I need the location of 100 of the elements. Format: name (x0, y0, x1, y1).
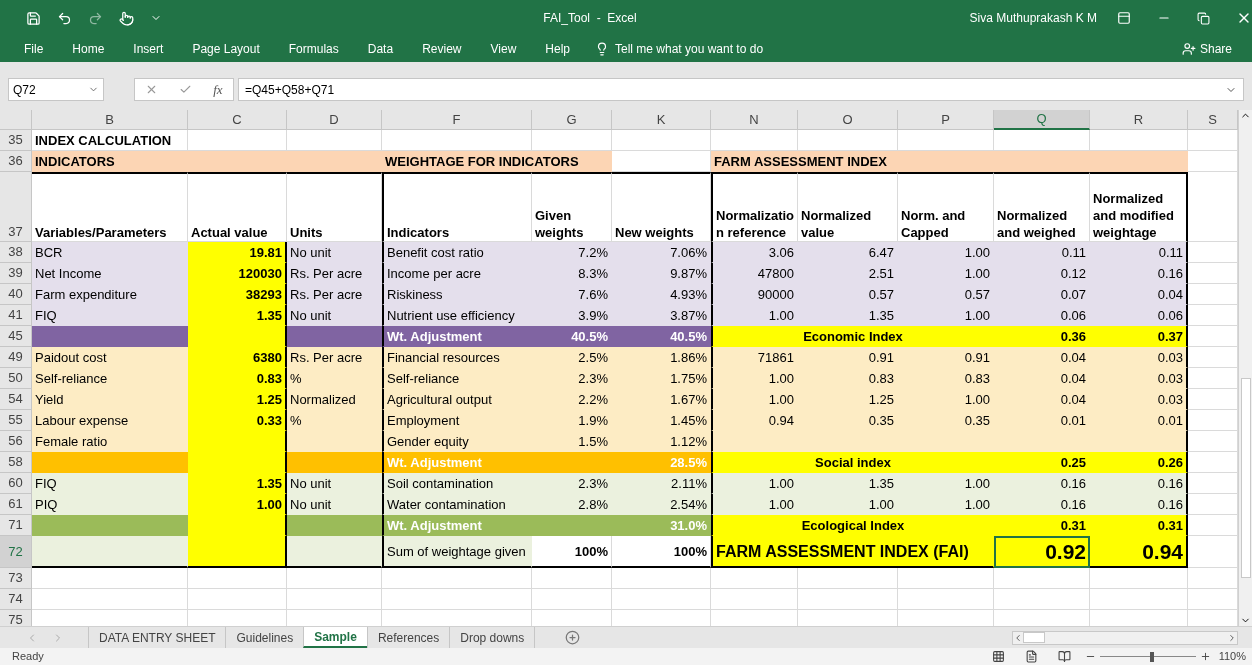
page-layout-icon[interactable] (1024, 650, 1038, 663)
table-cell (1188, 410, 1238, 431)
ribbon-tab[interactable]: View (490, 40, 517, 58)
row-number[interactable]: 61 (0, 494, 32, 515)
column-header[interactable]: D (287, 110, 382, 130)
enter-icon[interactable] (179, 83, 193, 96)
name-box[interactable]: Q72 (8, 78, 104, 101)
column-header[interactable]: G (532, 110, 612, 130)
table-cell (1188, 172, 1238, 242)
table-cell: No unit (287, 242, 382, 263)
table-cell (1188, 305, 1238, 326)
ribbon-tab[interactable]: Formulas (288, 40, 339, 58)
row-number[interactable]: 55 (0, 410, 32, 431)
table-cell: FARM ASSESSMENT INDEX (711, 151, 1188, 172)
sheet-tab[interactable]: Sample (303, 627, 367, 648)
restore-icon[interactable] (1197, 11, 1210, 25)
scroll-left-icon[interactable] (1013, 632, 1023, 643)
ribbon-tab[interactable]: Home (72, 40, 105, 58)
zoom-slider-thumb[interactable] (1150, 651, 1155, 662)
zoom-level[interactable]: 110% (1218, 648, 1246, 665)
row-number[interactable]: 35 (0, 130, 32, 151)
table-cell: 40.5% (532, 326, 612, 347)
table-cell: 1.00 (798, 494, 898, 515)
share-button[interactable]: Share (1199, 40, 1232, 58)
column-header[interactable]: S (1188, 110, 1238, 130)
zoom-in-icon[interactable] (1199, 651, 1211, 662)
table-cell: Normalized and modified weightage (1090, 172, 1188, 242)
tell-me-search[interactable]: Tell me what you want to do (615, 40, 764, 58)
row-number[interactable]: 38 (0, 242, 32, 263)
table-cell: 1.00 (711, 305, 798, 326)
row-number[interactable]: 41 (0, 305, 32, 326)
row-number[interactable]: 54 (0, 389, 32, 410)
row-number[interactable]: 50 (0, 368, 32, 389)
table-cell: 0.91 (798, 347, 898, 368)
column-header[interactable]: P (898, 110, 994, 130)
column-header[interactable]: R (1090, 110, 1188, 130)
column-header[interactable]: F (382, 110, 532, 130)
row-number[interactable]: 60 (0, 473, 32, 494)
table-cell: 0.03 (1090, 347, 1188, 368)
save-icon[interactable] (26, 10, 41, 26)
row-number[interactable]: 56 (0, 431, 32, 452)
column-header[interactable]: Q (994, 110, 1090, 130)
horizontal-scrollbar[interactable] (1012, 630, 1238, 645)
column-header[interactable]: B (32, 110, 188, 130)
undo-icon[interactable] (57, 10, 72, 26)
row-number[interactable]: 39 (0, 263, 32, 284)
lightbulb-icon[interactable] (595, 42, 609, 56)
column-header[interactable]: C (188, 110, 287, 130)
insert-function-button[interactable]: fx (213, 79, 223, 100)
table-cell: FIQ (32, 473, 188, 494)
row-number[interactable]: 45 (0, 326, 32, 347)
table-cell (1188, 452, 1238, 473)
table-cell: 71861 (711, 347, 798, 368)
share-icon[interactable] (1181, 42, 1196, 56)
new-sheet-icon[interactable] (565, 630, 581, 645)
table-cell: Ecological Index (711, 515, 994, 536)
row-number[interactable]: 72 (0, 536, 32, 568)
scrollbar-thumb[interactable] (1023, 632, 1045, 643)
zoom-slider[interactable] (1099, 651, 1196, 662)
table-cell: WEIGHTAGE FOR INDICATORS (382, 151, 612, 172)
row-number[interactable]: 36 (0, 151, 32, 172)
row-number[interactable]: 58 (0, 452, 32, 473)
table-cell: 1.35 (188, 473, 287, 494)
vertical-scrollbar[interactable] (1238, 110, 1252, 626)
row-number[interactable]: 37 (0, 172, 32, 242)
row-number[interactable]: 49 (0, 347, 32, 368)
scrollbar-thumb[interactable] (1240, 378, 1251, 578)
table-cell: 1.9% (532, 410, 612, 431)
table-cell: 1.35 (798, 305, 898, 326)
table-cell: 2.2% (532, 389, 612, 410)
normal-view-icon[interactable] (991, 650, 1005, 663)
ribbon-tab[interactable]: Insert (133, 40, 164, 58)
row-number[interactable]: 74 (0, 589, 32, 610)
row-number[interactable]: 40 (0, 284, 32, 305)
table-cell: Nutrient use efficiency (382, 305, 532, 326)
table-cell: Agricultural output (382, 389, 532, 410)
table-cell: 0.83 (898, 368, 994, 389)
table-cell: 2.54% (612, 494, 711, 515)
table-cell: 2.3% (532, 473, 612, 494)
table-cell: 1.00 (711, 389, 798, 410)
row-number[interactable]: 75 (0, 610, 32, 626)
column-header[interactable]: N (711, 110, 798, 130)
table-cell: 38293 (188, 284, 287, 305)
ribbon-display-icon[interactable] (1117, 11, 1131, 25)
table-cell (1188, 242, 1238, 263)
formula-field[interactable]: =Q45+Q58+Q71 (238, 78, 1244, 101)
table-cell: 2.8% (532, 494, 612, 515)
ribbon-tab[interactable]: Help (545, 40, 570, 58)
table-cell: 4.93% (612, 284, 711, 305)
ribbon-tab[interactable]: Data (367, 40, 394, 58)
ribbon-tab[interactable]: File (24, 40, 44, 58)
ribbon-tab[interactable]: Page Layout (192, 40, 260, 58)
scroll-right-icon[interactable] (1227, 632, 1237, 643)
row-number[interactable]: 71 (0, 515, 32, 536)
column-header[interactable]: O (798, 110, 898, 130)
table-cell: Actual value (188, 172, 287, 242)
table-cell: 9.87% (612, 263, 711, 284)
ribbon-tab[interactable]: Review (422, 40, 462, 58)
column-header[interactable]: K (612, 110, 711, 130)
row-number[interactable]: 73 (0, 568, 32, 589)
